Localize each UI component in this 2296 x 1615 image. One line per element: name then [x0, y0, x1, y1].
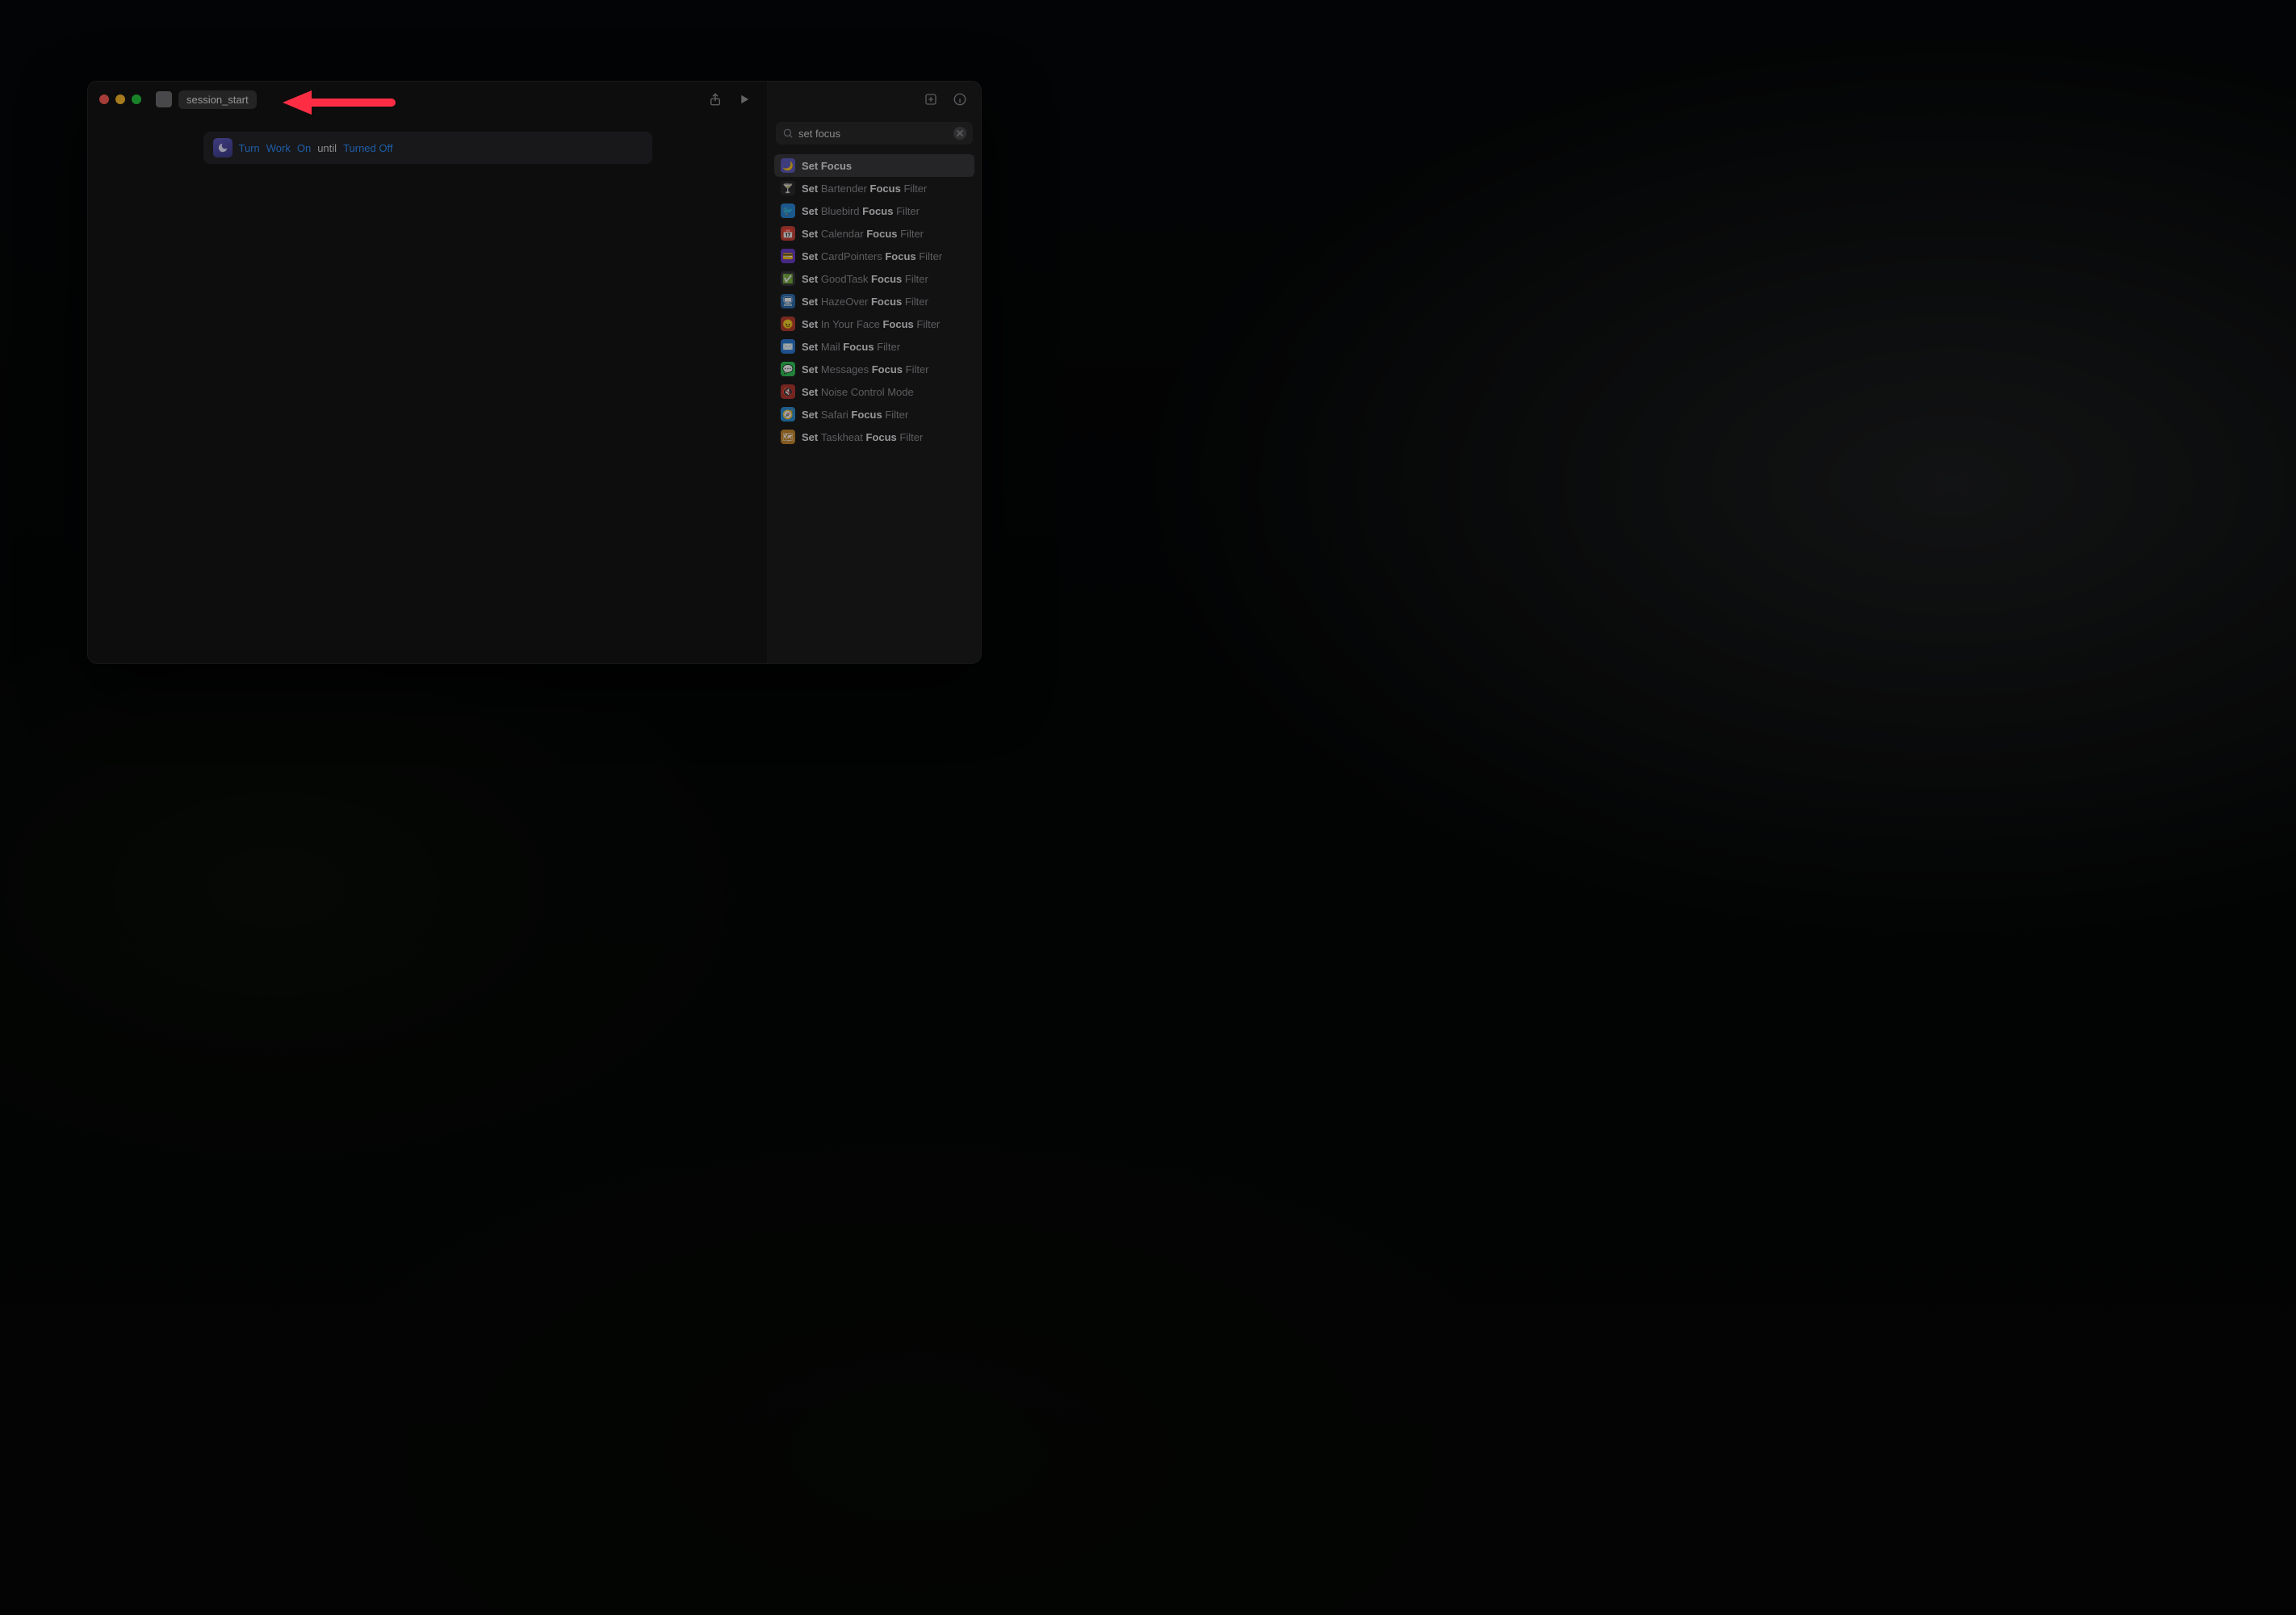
workflow-area: Turn Work On until Turned Off — [88, 117, 767, 164]
result-label: Set Taskheat Focus Filter — [802, 431, 923, 443]
library-icon — [924, 92, 938, 107]
actions-sidebar: 🌙 Set Focus 🍸 Set Bartender Focus Filter 🐦 Se… — [768, 82, 981, 663]
shortcuts-editor-window: session_start Turn Work On — [87, 81, 982, 664]
sidebar-toolbar — [768, 82, 981, 117]
result-label: Set Safari Focus Filter — [802, 409, 908, 421]
result-item[interactable]: 🐦 Set Bluebird Focus Filter — [774, 199, 974, 222]
result-icon: 🗺 — [781, 430, 795, 444]
action-token-work[interactable]: Work — [266, 142, 291, 154]
result-item[interactable]: 💳 Set CardPointers Focus Filter — [774, 245, 974, 267]
result-label: Set Bartender Focus Filter — [802, 182, 927, 195]
titlebar: session_start — [88, 82, 767, 117]
result-icon: ✉️ — [781, 339, 795, 354]
result-icon: 📅 — [781, 226, 795, 241]
search-results: 🌙 Set Focus 🍸 Set Bartender Focus Filter 🐦 Se… — [768, 149, 981, 455]
moon-icon — [213, 138, 233, 157]
result-label: Set HazeOver Focus Filter — [802, 296, 928, 308]
result-item[interactable]: 🗺 Set Taskheat Focus Filter — [774, 426, 974, 448]
result-item[interactable]: 🔇 Set Noise Control Mode — [774, 380, 974, 403]
result-icon: 💳 — [781, 249, 795, 263]
result-label: Set In Your Face Focus Filter — [802, 318, 940, 330]
action-token-turned-off[interactable]: Turned Off — [343, 142, 392, 154]
result-label: Set Focus — [802, 160, 852, 172]
result-icon: 🖥 — [781, 294, 795, 308]
run-button[interactable] — [733, 88, 756, 111]
result-icon: 💬 — [781, 362, 795, 376]
share-button[interactable] — [704, 88, 727, 111]
x-icon — [954, 128, 966, 139]
result-label: Set Calendar Focus Filter — [802, 228, 924, 240]
result-icon: 🧭 — [781, 407, 795, 422]
window-minimize-button[interactable] — [115, 94, 125, 104]
actions-search[interactable] — [776, 122, 973, 145]
window-zoom-button[interactable] — [132, 94, 141, 104]
clear-search-button[interactable] — [953, 127, 966, 140]
action-token-on[interactable]: On — [297, 142, 311, 154]
result-item[interactable]: 🧭 Set Safari Focus Filter — [774, 403, 974, 426]
result-item[interactable]: 🖥 Set HazeOver Focus Filter — [774, 290, 974, 313]
shortcut-title: session_start — [186, 94, 249, 106]
action-text-until: until — [317, 142, 337, 154]
result-label: Set CardPointers Focus Filter — [802, 250, 942, 262]
result-item[interactable]: 🌙 Set Focus — [774, 154, 974, 177]
search-input[interactable] — [798, 128, 949, 140]
info-button[interactable] — [949, 88, 971, 111]
result-icon: 🌙 — [781, 158, 795, 173]
result-label: Set Bluebird Focus Filter — [802, 205, 920, 217]
result-item[interactable]: 💬 Set Messages Focus Filter — [774, 358, 974, 380]
action-set-focus[interactable]: Turn Work On until Turned Off — [203, 132, 652, 164]
main-pane: session_start Turn Work On — [88, 82, 768, 663]
search-icon — [782, 128, 794, 139]
play-icon — [737, 92, 752, 107]
library-button[interactable] — [920, 88, 942, 111]
search-wrap — [768, 117, 981, 149]
result-item[interactable]: 🍸 Set Bartender Focus Filter — [774, 177, 974, 199]
shortcut-icon — [156, 91, 172, 107]
result-item[interactable]: ✅ Set GoodTask Focus Filter — [774, 267, 974, 290]
result-icon: ✅ — [781, 271, 795, 286]
shortcut-title-chip[interactable]: session_start — [178, 90, 257, 109]
result-item[interactable]: 📅 Set Calendar Focus Filter — [774, 222, 974, 245]
result-label: Set Noise Control Mode — [802, 386, 914, 398]
result-item[interactable]: 😠 Set In Your Face Focus Filter — [774, 313, 974, 335]
result-icon: 🐦 — [781, 203, 795, 218]
result-icon: 😠 — [781, 317, 795, 331]
window-close-button[interactable] — [99, 94, 109, 104]
result-icon: 🔇 — [781, 384, 795, 399]
info-icon — [953, 92, 967, 107]
result-icon: 🍸 — [781, 181, 795, 195]
result-label: Set Messages Focus Filter — [802, 363, 929, 375]
traffic-lights — [99, 94, 141, 104]
result-label: Set Mail Focus Filter — [802, 341, 900, 353]
result-label: Set GoodTask Focus Filter — [802, 273, 928, 285]
share-icon — [708, 92, 723, 107]
action-token-turn[interactable]: Turn — [239, 142, 260, 154]
result-item[interactable]: ✉️ Set Mail Focus Filter — [774, 335, 974, 358]
